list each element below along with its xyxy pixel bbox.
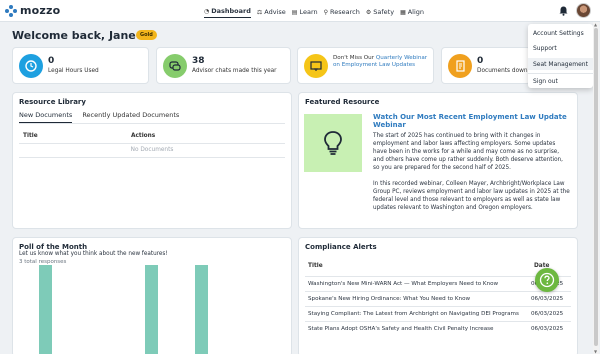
stat-label: Documents downlo xyxy=(477,68,533,74)
alert-title[interactable]: Washington's New Mini-WARN Act — What Em… xyxy=(308,281,498,287)
nav-dashboard-label: Dashboard xyxy=(211,7,251,15)
table-row[interactable]: Staying Compliant: The Latest from Archb… xyxy=(305,306,571,320)
compliance-alerts-panel: Compliance Alerts Title Date Washington'… xyxy=(298,237,578,354)
featured-heading-link[interactable]: Watch Our Most Recent Employment Law Upd… xyxy=(373,113,573,129)
stat-number: 0 xyxy=(48,56,55,66)
main-nav: ◔ Dashboard ⚖ Advise ▤ Learn ⚲ Research … xyxy=(204,6,424,18)
nav-learn[interactable]: ▤ Learn xyxy=(292,6,318,18)
promo-prefix: Don't Miss Our xyxy=(333,55,375,61)
table-row[interactable]: Washington's New Mini-WARN Act — What Em… xyxy=(305,276,571,290)
research-icon: ⚲ xyxy=(323,8,329,16)
scrollbar-thumb[interactable] xyxy=(594,28,598,346)
alert-title[interactable]: State Plans Adopt OSHA's Safety and Heal… xyxy=(308,326,494,332)
nav-learn-label: Learn xyxy=(299,8,318,16)
align-icon: ▦ xyxy=(400,8,406,16)
tab-divider xyxy=(19,123,285,124)
column-title: Title xyxy=(308,263,323,269)
nav-align-label: Align xyxy=(407,8,425,16)
webinar-promo-text: Don't Miss Our Quarterly Webinar on Empl… xyxy=(333,55,428,69)
menu-item-support[interactable]: Support xyxy=(533,45,557,52)
logo-text: mozzo xyxy=(20,4,61,17)
resource-library-panel: Resource Library New Documents Recently … xyxy=(12,92,292,229)
stat-number: 0 xyxy=(477,56,484,66)
poll-chart xyxy=(13,238,291,354)
page-scrollbar[interactable]: ▲ ▼ xyxy=(593,22,599,354)
poll-bar xyxy=(39,265,52,354)
dashboard-icon: ◔ xyxy=(204,7,210,15)
membership-badge: Gold xyxy=(136,30,157,40)
menu-divider xyxy=(528,73,593,74)
panel-title: Compliance Alerts xyxy=(305,243,377,251)
logo-icon xyxy=(5,4,17,17)
stat-label: Advisor chats made this year xyxy=(192,68,277,74)
lightbulb-icon xyxy=(304,114,362,172)
question-icon xyxy=(539,272,555,288)
top-navigation-bar: mozzo ◔ Dashboard ⚖ Advise ▤ Learn ⚲ Res… xyxy=(0,0,600,22)
nav-research-label: Research xyxy=(330,8,360,16)
nav-safety-label: Safety xyxy=(373,8,395,16)
featured-description: The start of 2025 has continued to bring… xyxy=(373,132,571,220)
stat-card-legal-hours: 0 Legal Hours Used xyxy=(12,47,149,84)
document-icon xyxy=(448,54,472,78)
chat-icon xyxy=(163,54,187,78)
panel-title: Resource Library xyxy=(19,98,86,106)
stat-card-documents: 0 Documents downlo xyxy=(441,47,533,84)
user-avatar[interactable] xyxy=(576,3,591,18)
nav-advise-label: Advise xyxy=(264,8,286,16)
alert-date: 06/03/2025 xyxy=(531,296,564,302)
nav-research[interactable]: ⚲ Research xyxy=(324,6,360,18)
alert-date: 06/03/2025 xyxy=(531,311,564,317)
tab-new-documents[interactable]: New Documents xyxy=(19,111,73,123)
featured-resource-panel: Featured Resource Watch Our Most Recent … xyxy=(298,92,578,229)
menu-item-sign-out[interactable]: Sign out xyxy=(533,78,558,85)
scroll-up-icon[interactable]: ▲ xyxy=(594,22,597,27)
nav-align[interactable]: ▦ Align xyxy=(400,6,424,18)
alert-date: 06/03/2025 xyxy=(531,326,564,332)
scroll-down-icon[interactable]: ▼ xyxy=(594,349,597,354)
nav-dashboard[interactable]: ◔ Dashboard xyxy=(204,6,251,18)
poll-panel: Poll of the Month Let us know what you t… xyxy=(12,237,292,354)
row-divider xyxy=(19,157,285,158)
header-divider xyxy=(19,143,285,144)
poll-bar xyxy=(195,265,208,354)
resource-tabs: New Documents Recently Updated Documents xyxy=(19,111,179,123)
nav-advise[interactable]: ⚖ Advise xyxy=(257,6,286,18)
featured-paragraph: The start of 2025 has continued to bring… xyxy=(373,133,563,171)
app-logo[interactable]: mozzo xyxy=(5,4,60,17)
scale-icon: ⚖ xyxy=(256,8,263,16)
featured-paragraph: In this recorded webinar, Colleen Mayer,… xyxy=(373,181,570,211)
empty-state: No Documents xyxy=(130,147,174,153)
bell-icon[interactable] xyxy=(559,6,568,16)
user-menu-dropdown: Account Settings Support Seat Management… xyxy=(528,24,593,88)
table-header: Title Date xyxy=(305,263,571,272)
stat-card-advisor-chats: 38 Advisor chats made this year xyxy=(156,47,291,84)
alert-title[interactable]: Spokane's New Hiring Ordinance: What You… xyxy=(308,296,470,302)
page-title: Welcome back, Jane xyxy=(12,29,136,42)
stat-label: Legal Hours Used xyxy=(48,68,99,74)
help-button[interactable] xyxy=(535,268,559,292)
column-actions: Actions xyxy=(131,133,156,139)
table-row[interactable]: Spokane's New Hiring Ordinance: What You… xyxy=(305,291,571,305)
clock-icon xyxy=(19,54,43,78)
panel-title: Featured Resource xyxy=(305,98,380,106)
stat-number: 38 xyxy=(192,56,205,66)
tab-recently-updated[interactable]: Recently Updated Documents xyxy=(82,111,179,123)
menu-item-seat-management[interactable]: Seat Management xyxy=(533,61,588,68)
table-row[interactable]: State Plans Adopt OSHA's Safety and Heal… xyxy=(305,321,571,335)
nav-safety[interactable]: ⚙ Safety xyxy=(366,6,394,18)
table-header: Title Actions xyxy=(19,133,285,143)
stat-card-webinar-promo[interactable]: Don't Miss Our Quarterly Webinar on Empl… xyxy=(297,47,434,84)
menu-item-account-settings[interactable]: Account Settings xyxy=(533,30,584,37)
column-title: Title xyxy=(23,133,38,139)
safety-icon: ⚙ xyxy=(365,8,372,16)
alert-title[interactable]: Staying Compliant: The Latest from Archb… xyxy=(308,311,519,317)
webinar-icon xyxy=(304,54,328,78)
poll-bar xyxy=(145,265,158,354)
book-icon: ▤ xyxy=(291,8,298,16)
